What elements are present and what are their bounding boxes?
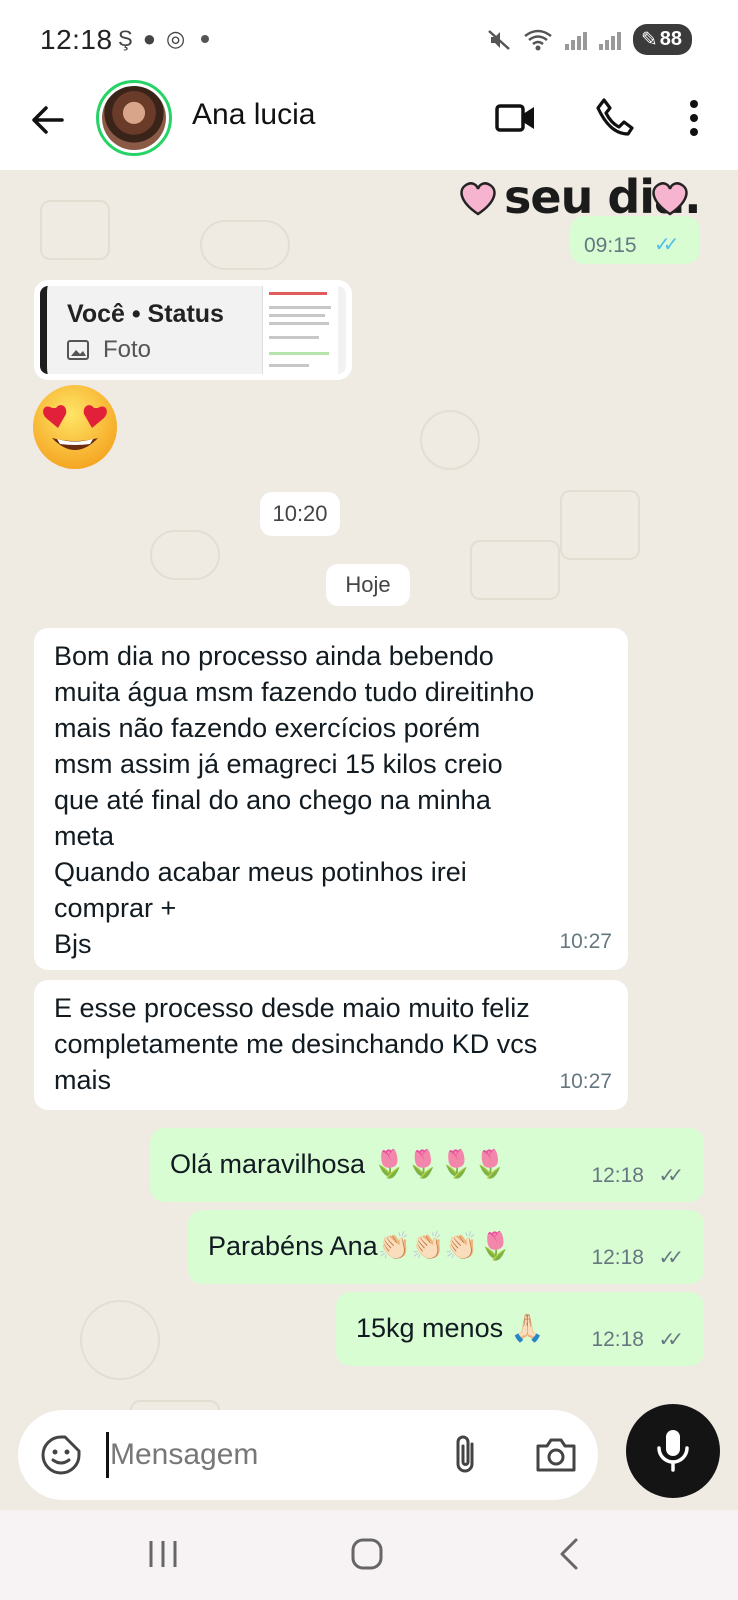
camera-icon[interactable] — [534, 1434, 578, 1474]
battery-indicator: ✎ 88 — [632, 24, 692, 55]
chat-notification-icon: ● — [142, 26, 156, 51]
quoted-status[interactable]: Você • Status Foto — [40, 286, 346, 374]
message-line: meta — [54, 821, 115, 851]
message-text: Parabéns Ana👏🏻👏🏻👏🏻🌷 — [208, 1231, 513, 1261]
contact-name[interactable]: Ana lucia — [192, 98, 315, 132]
incoming-message[interactable]: Bom dia no processo ainda bebendo muita … — [34, 628, 628, 970]
message-time: 12:18 — [591, 1246, 644, 1269]
chat-area[interactable]: seu dia. 09:15 ✓✓ Você • Status Foto 10:… — [0, 170, 738, 1510]
shazam-icon: Ş — [118, 26, 133, 51]
system-icons: ✎ 88 — [487, 24, 692, 55]
message-time: 10:27 — [559, 1070, 612, 1093]
thumbnail-title-bar — [269, 292, 327, 295]
message-line: Bjs — [54, 929, 92, 959]
outgoing-message[interactable]: 15kg menos 🙏🏻 12:18 ✓✓ — [336, 1292, 704, 1366]
wallpaper-doodle — [470, 540, 560, 600]
thumbnail-line — [269, 322, 329, 325]
message-line: comprar + — [54, 893, 177, 923]
message-line: msm assim já emagreci 15 kilos creio — [54, 749, 503, 779]
more-notifications-icon — [201, 35, 210, 43]
message-time: 10:27 — [559, 930, 612, 953]
photo-icon — [67, 340, 89, 360]
heart-eyes-emoji-icon — [33, 385, 117, 469]
whatsapp-icon: ◎ — [165, 26, 186, 51]
message-line: E esse processo desde maio muito feliz — [54, 993, 530, 1023]
video-call-icon[interactable] — [494, 98, 538, 138]
recent-apps-icon[interactable] — [146, 1538, 180, 1570]
delivered-ticks-icon: ✓✓ — [658, 1165, 683, 1187]
mute-icon — [488, 29, 510, 50]
status-reply-card[interactable]: Você • Status Foto — [34, 280, 352, 380]
system-back-icon[interactable] — [556, 1538, 582, 1570]
heart-icon — [460, 182, 496, 216]
back-arrow-icon[interactable] — [28, 100, 68, 140]
signal-icon-1 — [564, 30, 587, 50]
system-nav-bar — [0, 1510, 738, 1600]
outgoing-message[interactable]: Olá maravilhosa 🌷🌷🌷🌷 12:18 ✓✓ — [150, 1128, 704, 1202]
message-text: Olá maravilhosa 🌷🌷🌷🌷 — [170, 1149, 508, 1179]
text-cursor — [106, 1432, 109, 1478]
date-divider-label: Hoje — [345, 572, 391, 597]
status-bar: 12:18 Ş ● ◎ ✎ 88 — [0, 0, 738, 80]
signal-icon-2 — [598, 30, 621, 50]
wallpaper-doodle — [420, 410, 480, 470]
home-icon[interactable] — [350, 1538, 384, 1570]
phone-icon[interactable] — [594, 96, 634, 138]
avatar-photo — [102, 86, 166, 150]
message-composer — [18, 1410, 598, 1500]
message-line: completamente me desinchando KD vcs — [54, 1029, 538, 1059]
message-line: Bom dia no processo ainda bebendo — [54, 641, 494, 671]
time-divider-label: 10:20 — [272, 501, 328, 526]
delivered-ticks-icon: ✓✓ — [658, 1329, 683, 1351]
thumbnail-line — [269, 336, 319, 339]
battery-leaf-icon: ✎ — [640, 29, 658, 51]
incoming-message[interactable]: E esse processo desde maio muito feliz c… — [34, 980, 628, 1110]
status-thumbnail — [262, 286, 338, 374]
message-line: que até final do ano chego na minha — [54, 785, 491, 815]
message-time: 12:18 — [591, 1164, 644, 1187]
message-text: E esse processo desde maio muito feliz c… — [54, 990, 614, 1098]
avatar[interactable] — [96, 80, 172, 156]
message-line: muita água msm fazendo tudo direitinho — [54, 677, 535, 707]
thumbnail-line — [269, 306, 331, 309]
notification-icons: Ş ● ◎ — [118, 26, 210, 52]
thumbnail-line — [269, 352, 329, 355]
quoted-author: Você • Status — [67, 300, 224, 328]
microphone-icon — [657, 1430, 689, 1472]
read-ticks-icon: ✓✓ — [654, 234, 679, 256]
wallpaper-doodle — [40, 200, 110, 260]
chat-header: Ana lucia — [0, 80, 738, 170]
wallpaper-doodle — [80, 1300, 160, 1380]
delivered-ticks-icon: ✓✓ — [658, 1247, 683, 1269]
status-time: 12:18 — [40, 24, 113, 55]
more-vert-icon[interactable] — [684, 94, 704, 142]
attachment-icon[interactable] — [450, 1432, 480, 1478]
thumbnail-line — [269, 314, 325, 317]
heart-icon — [652, 182, 688, 216]
wallpaper-doodle — [560, 490, 640, 560]
quoted-type: Foto — [103, 336, 152, 363]
message-line: Quando acabar meus potinhos irei — [54, 857, 467, 887]
wallpaper-doodle — [150, 530, 220, 580]
message-time: 09:15 — [584, 234, 637, 257]
message-text: Bom dia no processo ainda bebendo muita … — [54, 638, 614, 962]
message-line: mais — [54, 1065, 112, 1095]
date-divider: Hoje — [326, 564, 410, 606]
message-time: 12:18 — [591, 1328, 644, 1351]
wallpaper-doodle — [200, 220, 290, 270]
outgoing-message[interactable]: Parabéns Ana👏🏻👏🏻👏🏻🌷 12:18 ✓✓ — [188, 1210, 704, 1284]
sticker-emoji-icon[interactable] — [40, 1434, 82, 1476]
sticker-time-bubble: 09:15 ✓✓ — [570, 216, 700, 264]
thumbnail-line — [269, 364, 309, 367]
time-divider: 10:20 — [260, 492, 340, 536]
voice-message-button[interactable] — [626, 1404, 720, 1498]
wifi-icon — [524, 29, 552, 50]
message-text: 15kg menos 🙏🏻 — [356, 1313, 545, 1343]
message-line: mais não fazendo exercícios porém — [54, 713, 481, 743]
message-input[interactable] — [110, 1426, 430, 1484]
